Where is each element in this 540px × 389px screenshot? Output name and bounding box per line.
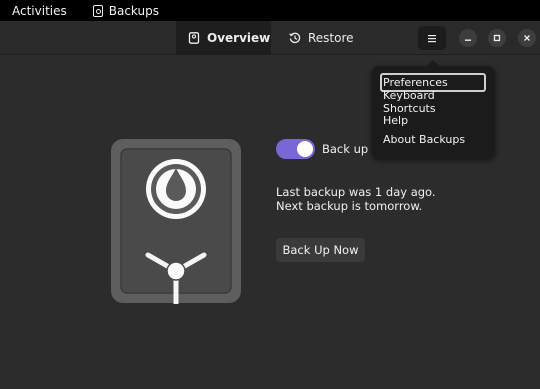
next-backup-text: Next backup is tomorrow. <box>276 199 423 213</box>
menu-item-about[interactable]: About Backups <box>380 130 486 149</box>
menu-item-keyboard-shortcuts[interactable]: Keyboard Shortcuts <box>380 89 486 115</box>
close-button[interactable] <box>518 29 536 47</box>
main-menu-popover: Preferences Keyboard Shortcuts Help Abou… <box>372 60 495 158</box>
menu-item-help[interactable]: Help <box>380 111 486 130</box>
last-backup-text: Last backup was 1 day ago. <box>276 185 436 199</box>
automatic-backup-label: Back up a <box>322 142 379 156</box>
backup-status: Last backup was 1 day ago. Next backup i… <box>276 185 436 213</box>
tab-overview[interactable]: Overview <box>176 21 271 55</box>
main-menu-button[interactable] <box>418 26 446 50</box>
tab-overview-label: Overview <box>207 31 271 45</box>
history-icon <box>289 32 301 44</box>
hamburger-icon <box>428 34 436 42</box>
close-icon <box>524 35 530 41</box>
vault-illustration <box>111 139 241 304</box>
backups-window: Overview Restore Back up a Last backup w… <box>0 21 540 389</box>
header-bar: Overview Restore <box>0 21 540 55</box>
minimize-icon <box>465 39 471 41</box>
app-name: Backups <box>108 3 159 18</box>
vault-icon <box>92 4 103 17</box>
tab-restore[interactable]: Restore <box>289 21 354 55</box>
activities-button[interactable]: Activities <box>12 4 67 18</box>
back-up-now-button[interactable]: Back Up Now <box>276 238 365 262</box>
minimize-button[interactable] <box>459 29 477 47</box>
maximize-button[interactable] <box>488 29 506 47</box>
tab-restore-label: Restore <box>308 31 354 45</box>
automatic-backup-toggle[interactable] <box>276 139 315 159</box>
toggle-knob <box>297 141 313 157</box>
vault-icon <box>188 32 200 44</box>
system-top-bar: Activities Backups <box>0 0 540 21</box>
app-menu-button[interactable]: Backups <box>92 3 159 18</box>
maximize-icon <box>493 34 501 42</box>
